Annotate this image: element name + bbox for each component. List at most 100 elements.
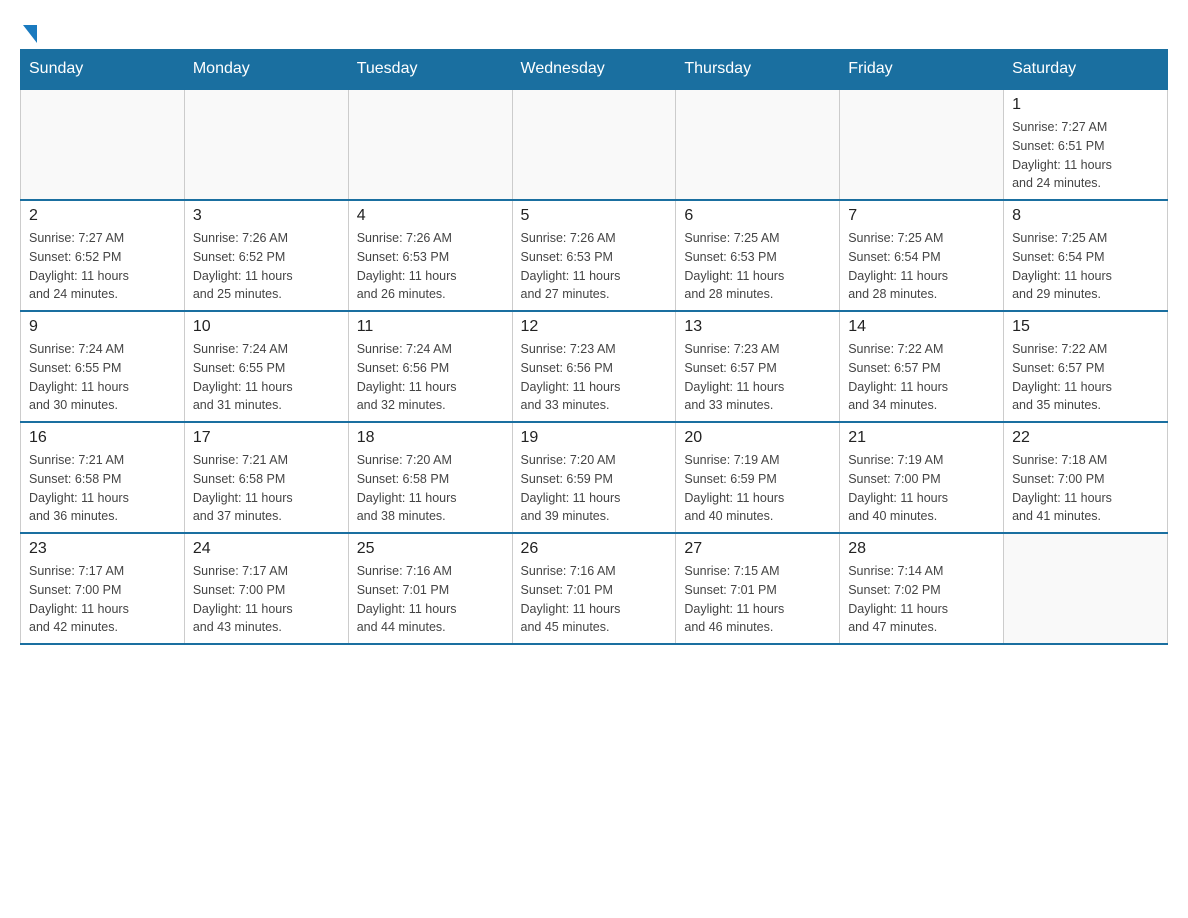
logo-arrow-icon <box>23 25 37 43</box>
logo <box>20 20 37 39</box>
calendar-cell: 3 Sunrise: 7:26 AM Sunset: 6:52 PM Daylig… <box>184 200 348 311</box>
day-header-saturday: Saturday <box>1004 50 1168 90</box>
day-info: Sunrise: 7:25 AM Sunset: 6:53 PM Dayligh… <box>684 229 831 304</box>
day-info: Sunrise: 7:19 AM Sunset: 6:59 PM Dayligh… <box>684 451 831 526</box>
calendar-cell: 12 Sunrise: 7:23 AM Sunset: 6:56 PM Dayli… <box>512 311 676 422</box>
calendar-cell: 26Sunrise: 7:16 AM Sunset: 7:01 PM Dayli… <box>512 533 676 644</box>
day-info: Sunrise: 7:16 AM Sunset: 7:01 PM Dayligh… <box>357 562 504 637</box>
calendar-cell: 6 Sunrise: 7:25 AM Sunset: 6:53 PM Daylig… <box>676 200 840 311</box>
day-info: Sunrise: 7:17 AM Sunset: 7:00 PM Dayligh… <box>193 562 340 637</box>
day-number: 23 <box>29 540 176 558</box>
day-info: Sunrise: 7:25 AM Sunset: 6:54 PM Dayligh… <box>848 229 995 304</box>
calendar-cell: 4 Sunrise: 7:26 AM Sunset: 6:53 PM Daylig… <box>348 200 512 311</box>
day-info: Sunrise: 7:23 AM Sunset: 6:57 PM Dayligh… <box>684 340 831 415</box>
day-number: 8 <box>1012 207 1159 225</box>
day-info: Sunrise: 7:24 AM Sunset: 6:56 PM Dayligh… <box>357 340 504 415</box>
day-number: 14 <box>848 318 995 336</box>
day-header-wednesday: Wednesday <box>512 50 676 90</box>
day-info: Sunrise: 7:24 AM Sunset: 6:55 PM Dayligh… <box>193 340 340 415</box>
day-number: 26 <box>521 540 668 558</box>
day-number: 25 <box>357 540 504 558</box>
day-info: Sunrise: 7:20 AM Sunset: 6:58 PM Dayligh… <box>357 451 504 526</box>
day-number: 13 <box>684 318 831 336</box>
calendar-cell: 11 Sunrise: 7:24 AM Sunset: 6:56 PM Dayli… <box>348 311 512 422</box>
calendar-cell: 19 Sunrise: 7:20 AM Sunset: 6:59 PM Dayli… <box>512 422 676 533</box>
day-number: 20 <box>684 429 831 447</box>
calendar-week-row: 2 Sunrise: 7:27 AM Sunset: 6:52 PM Daylig… <box>21 200 1168 311</box>
calendar-cell: 15 Sunrise: 7:22 AM Sunset: 6:57 PM Dayli… <box>1004 311 1168 422</box>
calendar-cell: 18 Sunrise: 7:20 AM Sunset: 6:58 PM Dayli… <box>348 422 512 533</box>
day-info: Sunrise: 7:18 AM Sunset: 7:00 PM Dayligh… <box>1012 451 1159 526</box>
calendar-cell <box>184 89 348 200</box>
day-number: 3 <box>193 207 340 225</box>
calendar-cell: 5 Sunrise: 7:26 AM Sunset: 6:53 PM Daylig… <box>512 200 676 311</box>
calendar-cell: 20 Sunrise: 7:19 AM Sunset: 6:59 PM Dayli… <box>676 422 840 533</box>
day-info: Sunrise: 7:23 AM Sunset: 6:56 PM Dayligh… <box>521 340 668 415</box>
day-number: 19 <box>521 429 668 447</box>
day-number: 22 <box>1012 429 1159 447</box>
calendar-cell: 17Sunrise: 7:21 AM Sunset: 6:58 PM Dayli… <box>184 422 348 533</box>
day-number: 24 <box>193 540 340 558</box>
calendar-week-row: 16 Sunrise: 7:21 AM Sunset: 6:58 PM Dayli… <box>21 422 1168 533</box>
day-number: 16 <box>29 429 176 447</box>
day-number: 5 <box>521 207 668 225</box>
calendar-cell: 10Sunrise: 7:24 AM Sunset: 6:55 PM Dayli… <box>184 311 348 422</box>
calendar-cell: 23 Sunrise: 7:17 AM Sunset: 7:00 PM Dayli… <box>21 533 185 644</box>
calendar-cell: 1 Sunrise: 7:27 AM Sunset: 6:51 PM Daylig… <box>1004 89 1168 200</box>
calendar-header-row: SundayMondayTuesdayWednesdayThursdayFrid… <box>21 50 1168 90</box>
day-number: 27 <box>684 540 831 558</box>
day-info: Sunrise: 7:14 AM Sunset: 7:02 PM Dayligh… <box>848 562 995 637</box>
calendar-week-row: 9 Sunrise: 7:24 AM Sunset: 6:55 PM Daylig… <box>21 311 1168 422</box>
day-number: 15 <box>1012 318 1159 336</box>
calendar-cell: 2 Sunrise: 7:27 AM Sunset: 6:52 PM Daylig… <box>21 200 185 311</box>
day-header-friday: Friday <box>840 50 1004 90</box>
day-header-sunday: Sunday <box>21 50 185 90</box>
calendar-cell: 27 Sunrise: 7:15 AM Sunset: 7:01 PM Dayli… <box>676 533 840 644</box>
calendar-week-row: 23 Sunrise: 7:17 AM Sunset: 7:00 PM Dayli… <box>21 533 1168 644</box>
day-info: Sunrise: 7:27 AM Sunset: 6:51 PM Dayligh… <box>1012 118 1159 193</box>
day-info: Sunrise: 7:22 AM Sunset: 6:57 PM Dayligh… <box>848 340 995 415</box>
calendar-table: SundayMondayTuesdayWednesdayThursdayFrid… <box>20 49 1168 645</box>
calendar-cell: 13 Sunrise: 7:23 AM Sunset: 6:57 PM Dayli… <box>676 311 840 422</box>
calendar-cell <box>840 89 1004 200</box>
calendar-cell: 22 Sunrise: 7:18 AM Sunset: 7:00 PM Dayli… <box>1004 422 1168 533</box>
day-info: Sunrise: 7:27 AM Sunset: 6:52 PM Dayligh… <box>29 229 176 304</box>
calendar-cell <box>21 89 185 200</box>
calendar-cell: 16 Sunrise: 7:21 AM Sunset: 6:58 PM Dayli… <box>21 422 185 533</box>
day-number: 21 <box>848 429 995 447</box>
calendar-cell <box>348 89 512 200</box>
page-header <box>20 20 1168 39</box>
calendar-cell: 28 Sunrise: 7:14 AM Sunset: 7:02 PM Dayli… <box>840 533 1004 644</box>
day-number: 1 <box>1012 96 1159 114</box>
day-number: 4 <box>357 207 504 225</box>
calendar-cell: 24 Sunrise: 7:17 AM Sunset: 7:00 PM Dayli… <box>184 533 348 644</box>
calendar-cell: 9 Sunrise: 7:24 AM Sunset: 6:55 PM Daylig… <box>21 311 185 422</box>
day-info: Sunrise: 7:19 AM Sunset: 7:00 PM Dayligh… <box>848 451 995 526</box>
day-info: Sunrise: 7:21 AM Sunset: 6:58 PM Dayligh… <box>29 451 176 526</box>
day-info: Sunrise: 7:26 AM Sunset: 6:53 PM Dayligh… <box>357 229 504 304</box>
calendar-cell: 21 Sunrise: 7:19 AM Sunset: 7:00 PM Dayli… <box>840 422 1004 533</box>
day-info: Sunrise: 7:17 AM Sunset: 7:00 PM Dayligh… <box>29 562 176 637</box>
day-info: Sunrise: 7:26 AM Sunset: 6:53 PM Dayligh… <box>521 229 668 304</box>
calendar-cell <box>1004 533 1168 644</box>
day-info: Sunrise: 7:25 AM Sunset: 6:54 PM Dayligh… <box>1012 229 1159 304</box>
day-info: Sunrise: 7:20 AM Sunset: 6:59 PM Dayligh… <box>521 451 668 526</box>
calendar-cell: 7Sunrise: 7:25 AM Sunset: 6:54 PM Daylig… <box>840 200 1004 311</box>
calendar-cell <box>512 89 676 200</box>
day-number: 12 <box>521 318 668 336</box>
calendar-cell <box>676 89 840 200</box>
calendar-cell: 14 Sunrise: 7:22 AM Sunset: 6:57 PM Dayli… <box>840 311 1004 422</box>
day-header-monday: Monday <box>184 50 348 90</box>
day-info: Sunrise: 7:15 AM Sunset: 7:01 PM Dayligh… <box>684 562 831 637</box>
day-number: 2 <box>29 207 176 225</box>
day-number: 6 <box>684 207 831 225</box>
day-number: 11 <box>357 318 504 336</box>
day-info: Sunrise: 7:24 AM Sunset: 6:55 PM Dayligh… <box>29 340 176 415</box>
day-info: Sunrise: 7:26 AM Sunset: 6:52 PM Dayligh… <box>193 229 340 304</box>
day-number: 9 <box>29 318 176 336</box>
calendar-cell: 8 Sunrise: 7:25 AM Sunset: 6:54 PM Daylig… <box>1004 200 1168 311</box>
calendar-cell: 25 Sunrise: 7:16 AM Sunset: 7:01 PM Dayli… <box>348 533 512 644</box>
day-number: 28 <box>848 540 995 558</box>
day-info: Sunrise: 7:22 AM Sunset: 6:57 PM Dayligh… <box>1012 340 1159 415</box>
day-number: 18 <box>357 429 504 447</box>
